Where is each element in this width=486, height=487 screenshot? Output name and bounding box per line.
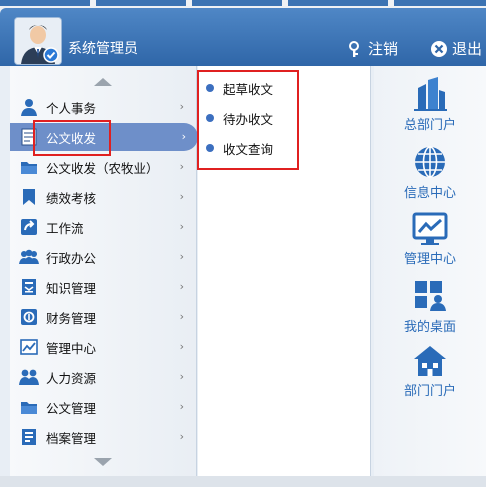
menu-item-performance[interactable]: 绩效考核 › <box>10 183 196 211</box>
submenu-item-label: 起草收文 <box>223 81 274 97</box>
menu-item-label: 公文收发（农牧业） <box>46 160 159 176</box>
bottom-bar <box>0 476 486 487</box>
menu-item-document-receive-agriculture[interactable]: 公文收发（农牧业） › <box>10 153 196 181</box>
finance-icon <box>18 306 40 328</box>
menu-item-label: 档案管理 <box>46 430 97 446</box>
menu-item-archives[interactable]: 档案管理 › <box>10 423 196 451</box>
bullet-icon <box>206 144 214 152</box>
menu-item-human-resources[interactable]: 人力资源 › <box>10 363 196 391</box>
username: 系统管理员 <box>68 41 138 57</box>
group-icon <box>18 246 40 268</box>
buildings-icon <box>414 77 447 111</box>
scroll-down-icon[interactable] <box>94 458 112 466</box>
chart-icon <box>18 336 40 358</box>
folder-icon <box>18 156 40 178</box>
menu-item-management-center[interactable]: 管理中心 › <box>10 333 196 361</box>
menu-item-label: 公文管理 <box>46 400 97 416</box>
chevron-right-icon: › <box>179 370 184 383</box>
knowledge-icon <box>18 276 40 298</box>
close-circle-icon <box>430 40 448 58</box>
menu-item-label: 行政办公 <box>46 250 97 266</box>
menu-header: 系统管理员 注销 退出 <box>0 8 486 66</box>
submenu-item-pending-receive[interactable]: 待办收文 <box>204 105 273 131</box>
main-menu: 个人事务 › 公文收发 › 公文收发（农牧业） › 绩效考核 › 工作流 › 行… <box>10 66 198 476</box>
exit-label: 退出 <box>452 40 483 58</box>
submenu-item-draft-receive[interactable]: 起草收文 <box>204 75 273 101</box>
bullet-icon <box>206 114 214 122</box>
menu-item-label: 知识管理 <box>46 280 97 296</box>
submenu-item-label: 收文查询 <box>223 141 274 157</box>
shortcut-management-center[interactable]: 管理中心 <box>374 212 486 267</box>
top-tab-segment <box>192 0 282 6</box>
chevron-right-icon: › <box>179 430 184 443</box>
chevron-right-icon: › <box>179 280 184 293</box>
shortcut-dept-portal[interactable]: 部门门户 <box>374 344 486 399</box>
menu-item-label: 个人事务 <box>46 100 97 116</box>
house-icon <box>414 346 446 376</box>
menu-item-label: 工作流 <box>46 220 84 236</box>
chevron-right-icon: › <box>181 130 186 143</box>
menu-item-workflow[interactable]: 工作流 › <box>10 213 196 241</box>
top-tab-segment <box>288 0 388 6</box>
shortcut-my-desktop[interactable]: 我的桌面 <box>374 278 486 335</box>
user-avatar[interactable] <box>14 17 62 65</box>
desktop-icon <box>415 281 446 311</box>
menu-item-personal-affairs[interactable]: 个人事务 › <box>10 93 196 121</box>
monitor-chart-icon <box>412 212 448 245</box>
menu-item-administration[interactable]: 行政办公 › <box>10 243 196 271</box>
menu-item-label: 公文收发 <box>46 130 97 146</box>
chevron-right-icon: › <box>179 220 184 233</box>
archive-icon <box>18 426 40 448</box>
chevron-right-icon: › <box>179 160 184 173</box>
shortcut-hq-portal[interactable]: 总部门户 <box>374 76 486 133</box>
people-icon <box>18 366 40 388</box>
key-icon <box>348 40 364 57</box>
globe-icon <box>415 146 445 178</box>
chevron-right-icon: › <box>179 400 184 413</box>
chevron-right-icon: › <box>179 190 184 203</box>
submenu-panel: 起草收文 待办收文 收文查询 <box>198 66 371 476</box>
menu-item-knowledge[interactable]: 知识管理 › <box>10 273 196 301</box>
logout-label: 注销 <box>368 40 399 58</box>
bullet-icon <box>206 84 214 92</box>
bookmark-icon <box>18 186 40 208</box>
menu-item-document-management[interactable]: 公文管理 › <box>10 393 196 421</box>
shortcut-label: 部门门户 <box>403 384 456 399</box>
shortcut-panel: 总部门户 信息中心 管理中心 我的桌面 部门门户 <box>374 66 486 476</box>
logout-button[interactable]: 注销 <box>348 38 398 59</box>
shortcut-info-center[interactable]: 信息中心 <box>374 144 486 201</box>
shortcut-label: 管理中心 <box>403 252 456 267</box>
chevron-right-icon: › <box>179 250 184 263</box>
top-tab-segment <box>394 0 486 6</box>
menu-item-label: 绩效考核 <box>46 190 97 206</box>
chevron-right-icon: › <box>179 340 184 353</box>
folder-icon <box>18 396 40 418</box>
submenu-item-label: 待办收文 <box>223 111 274 127</box>
top-tab-segment <box>96 0 186 6</box>
person-icon <box>18 96 40 118</box>
workflow-icon <box>18 216 40 238</box>
menu-item-document-receive[interactable]: 公文收发 › <box>10 123 198 151</box>
shortcut-label: 总部门户 <box>403 118 456 133</box>
menu-item-label: 管理中心 <box>46 340 97 356</box>
menu-item-label: 人力资源 <box>46 370 97 386</box>
document-icon <box>18 126 40 148</box>
submenu-item-receive-query[interactable]: 收文查询 <box>204 135 273 161</box>
chevron-right-icon: › <box>179 100 184 113</box>
scroll-up-icon[interactable] <box>94 78 112 86</box>
chevron-right-icon: › <box>179 310 184 323</box>
exit-button[interactable]: 退出 <box>430 38 482 59</box>
menu-item-label: 财务管理 <box>46 310 97 326</box>
top-tab-segment <box>0 0 90 6</box>
menu-item-finance[interactable]: 财务管理 › <box>10 303 196 331</box>
shortcut-label: 我的桌面 <box>403 320 456 335</box>
shortcut-label: 信息中心 <box>403 186 456 201</box>
